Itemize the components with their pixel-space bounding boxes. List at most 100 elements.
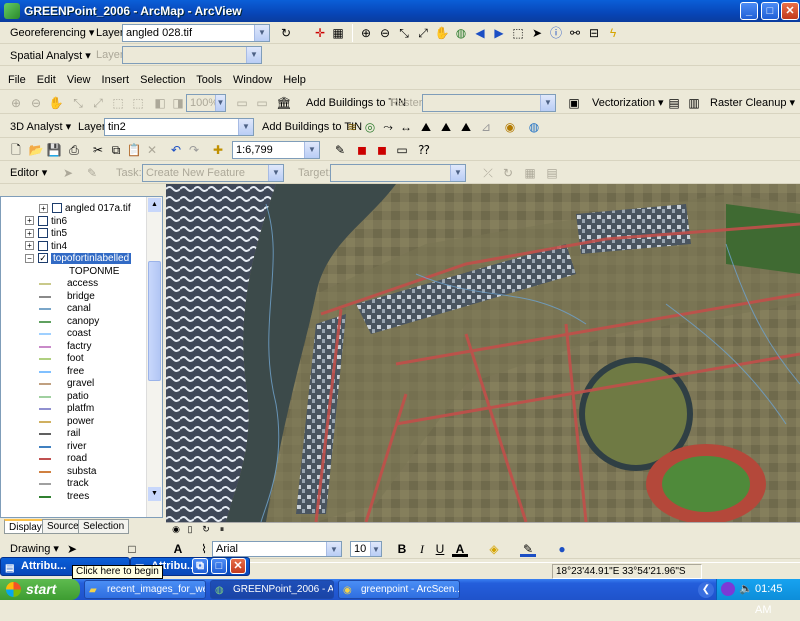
toc-layer-row[interactable]: + tin5: [25, 228, 67, 240]
bold-button[interactable]: B: [394, 541, 410, 557]
zoom-whole-page-icon[interactable]: ⤡: [70, 95, 86, 111]
building-icon[interactable]: 🏛: [276, 95, 292, 111]
next-extent-icon[interactable]: ◨: [170, 95, 186, 111]
find-binoculars-icon[interactable]: ⚯: [567, 25, 583, 41]
edit-vertices-icon[interactable]: ⌇: [196, 541, 212, 557]
raster-cleanup-menu[interactable]: Raster Cleanup ▾: [710, 94, 795, 112]
restore-window-button[interactable]: ⧉: [192, 558, 208, 574]
line-symbol-icon[interactable]: [39, 458, 51, 460]
legend-class-row[interactable]: factry: [1, 341, 146, 353]
split-tool-icon[interactable]: ⤫: [480, 165, 496, 181]
scroll-thumb[interactable]: [148, 261, 161, 381]
line-symbol-icon[interactable]: [39, 395, 51, 398]
open-folder-icon[interactable]: 📂: [28, 142, 44, 158]
generate-features-icon[interactable]: ▥: [686, 95, 702, 111]
delete-icon[interactable]: ✕: [144, 142, 160, 158]
line-of-sight-icon[interactable]: ↔: [398, 119, 414, 135]
expand-icon[interactable]: +: [25, 228, 34, 238]
edit-tool-icon[interactable]: ➤: [60, 165, 76, 181]
attributes-icon[interactable]: ▦: [522, 165, 538, 181]
page-zoom-select[interactable]: 100% ▼: [186, 94, 226, 112]
menu-file[interactable]: File: [8, 74, 26, 86]
fixed-zoom-page-out-icon[interactable]: ⬚: [130, 95, 146, 111]
raster-select[interactable]: ▼: [422, 94, 556, 112]
font-color-icon[interactable]: A: [452, 541, 468, 557]
3d-analyst-menu[interactable]: 3D Analyst ▾: [4, 116, 77, 136]
line-symbol-icon[interactable]: [39, 383, 51, 385]
rectangle-icon[interactable]: □: [124, 541, 140, 557]
tab-selection[interactable]: Selection: [78, 519, 130, 534]
legend-class-row[interactable]: gravel: [1, 378, 146, 390]
vectorization-settings-icon[interactable]: ▤: [666, 95, 682, 111]
font-size-select[interactable]: 10 ▼: [350, 541, 382, 557]
layer-visibility-checkbox[interactable]: [38, 240, 48, 251]
menu-help[interactable]: Help: [283, 74, 306, 86]
task-recent-images[interactable]: ▰ recent_images_for_web: [84, 580, 206, 599]
layer-name[interactable]: topofortinlabelled: [51, 253, 132, 264]
clock[interactable]: 01:45 AM: [755, 579, 800, 621]
toc-scrollbar[interactable]: ▲ ▼: [146, 197, 162, 517]
georeferencing-menu[interactable]: Georeferencing ▾: [4, 22, 100, 42]
pause-drawing-icon[interactable]: ⏸: [214, 521, 230, 537]
legend-class-row[interactable]: rail: [1, 428, 146, 440]
legend-class-row[interactable]: canopy: [1, 316, 146, 328]
layer-name[interactable]: tin4: [51, 241, 67, 252]
select-elements-arrow-icon[interactable]: ➤: [64, 541, 80, 557]
zoom-out-page-icon[interactable]: ⊖: [28, 95, 44, 111]
full-extent-globe-icon[interactable]: ◍: [453, 25, 469, 41]
fixed-zoom-page-in-icon[interactable]: ⬚: [110, 95, 126, 111]
select-elements-icon[interactable]: ➤: [529, 25, 545, 41]
arcglobe-icon[interactable]: ◍: [526, 119, 542, 135]
legend-class-row[interactable]: substa: [1, 466, 146, 478]
maximize-button[interactable]: □: [761, 2, 779, 20]
layer-visibility-checkbox[interactable]: [38, 228, 48, 239]
legend-class-row[interactable]: platfm: [1, 403, 146, 415]
toc-layer-row[interactable]: + tin6: [25, 216, 67, 228]
spatial-layer-select[interactable]: ▼: [122, 46, 262, 64]
refresh-view-icon[interactable]: ↻: [198, 521, 214, 537]
line-symbol-icon[interactable]: [39, 408, 51, 410]
line-symbol-icon[interactable]: [39, 433, 51, 435]
menu-tools[interactable]: Tools: [196, 74, 222, 86]
menu-view[interactable]: View: [67, 74, 91, 86]
legend-class-row[interactable]: free: [1, 366, 146, 378]
measure-icon[interactable]: ⊟: [586, 25, 602, 41]
expand-icon[interactable]: +: [25, 216, 34, 226]
interpolate-point-icon[interactable]: ⛰: [418, 119, 434, 135]
expand-icon[interactable]: +: [39, 203, 48, 213]
line-symbol-icon[interactable]: [39, 470, 51, 473]
previous-extent-icon[interactable]: ◧: [152, 95, 168, 111]
menu-insert[interactable]: Insert: [102, 74, 130, 86]
toolbox-icon[interactable]: ◼: [374, 142, 390, 158]
arcscene-icon[interactable]: ◉: [502, 119, 518, 135]
collapse-icon[interactable]: −: [25, 253, 34, 263]
sketch-tool-icon[interactable]: ✎: [84, 165, 100, 181]
line-symbol-icon[interactable]: [39, 333, 51, 335]
legend-class-row[interactable]: power: [1, 416, 146, 428]
steepest-path-icon[interactable]: ⤳: [380, 119, 396, 135]
tray-app-icon[interactable]: [721, 582, 735, 596]
italic-button[interactable]: I: [414, 541, 430, 557]
toggle-draft-icon[interactable]: ▭: [234, 95, 250, 111]
layer-name[interactable]: tin6: [51, 216, 67, 227]
select-features-icon[interactable]: ⬚: [510, 25, 526, 41]
legend-class-row[interactable]: trees: [1, 491, 146, 503]
raster-cleanup-toolbar-icon[interactable]: ▣: [566, 95, 582, 111]
task-select[interactable]: Create New Feature ▼: [142, 164, 284, 182]
whats-this-help-icon[interactable]: ⁇: [416, 142, 432, 158]
menu-window[interactable]: Window: [233, 74, 272, 86]
zoom-in-page-icon[interactable]: ⊕: [8, 95, 24, 111]
line-symbol-icon[interactable]: [39, 483, 51, 485]
save-icon[interactable]: 💾: [46, 142, 62, 158]
command-line-icon[interactable]: ▭: [394, 142, 410, 158]
pan-hand-icon[interactable]: ✋: [434, 25, 450, 41]
toc-layer-row[interactable]: + angled 017a.tif: [39, 203, 131, 215]
back-navigation-icon[interactable]: ❮: [698, 582, 714, 598]
line-symbol-icon[interactable]: [39, 295, 51, 298]
add-data-icon[interactable]: ✚: [210, 142, 226, 158]
line-symbol-icon[interactable]: [39, 320, 51, 323]
scroll-down-button[interactable]: ▼: [148, 487, 161, 501]
contour-icon[interactable]: ◎: [362, 119, 378, 135]
minimize-button[interactable]: _: [740, 2, 758, 20]
interpolate-line-icon[interactable]: ⛰: [438, 119, 454, 135]
